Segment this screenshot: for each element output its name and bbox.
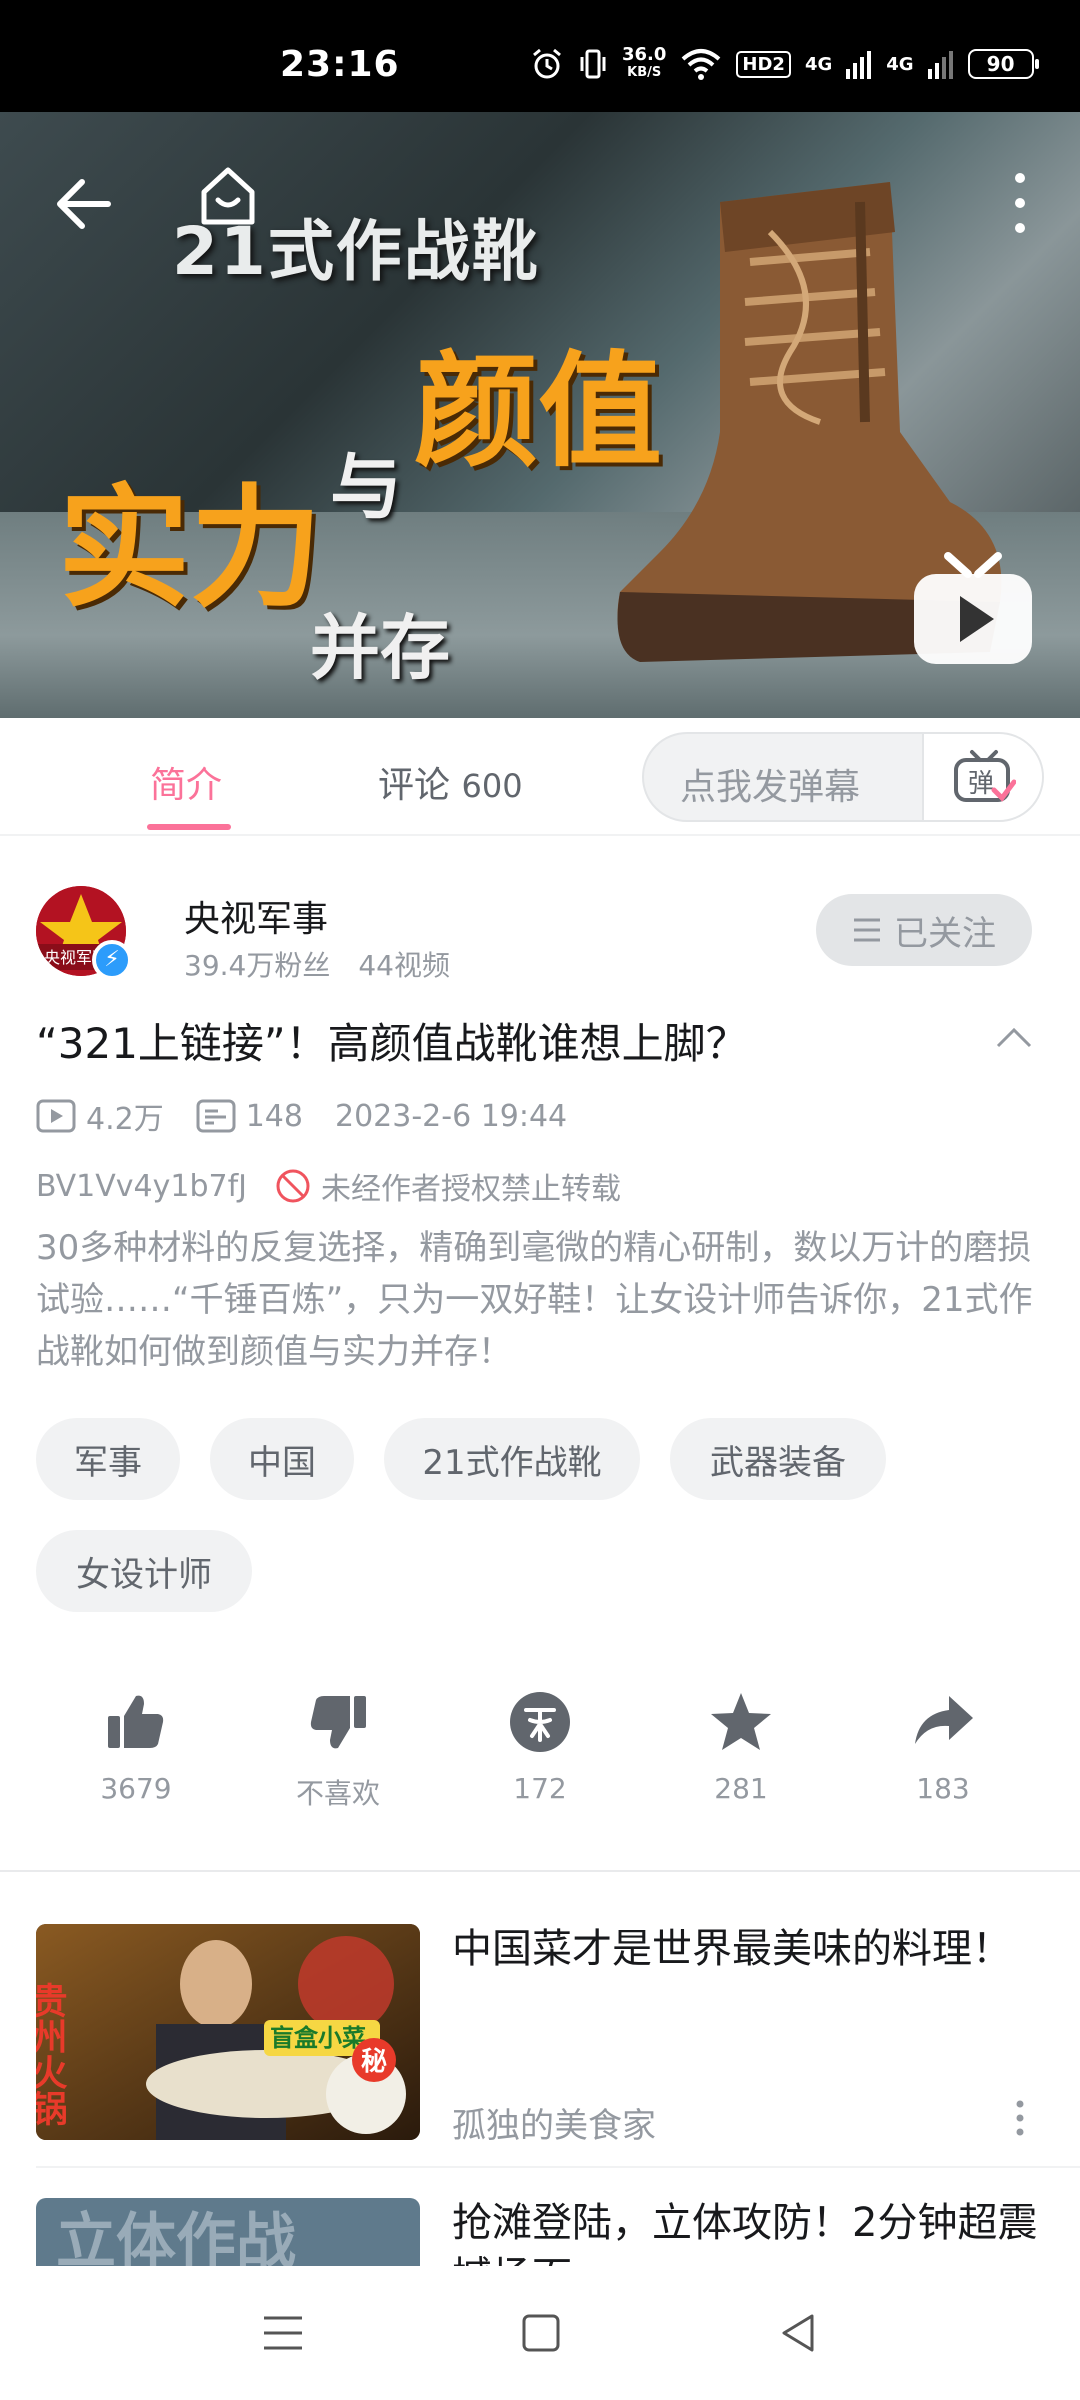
danmaku-button-label: 弹	[968, 769, 994, 799]
video-meta: 4.2万 148 2023-2-6 19:44	[36, 1094, 567, 1138]
tag-chip[interactable]: 女设计师	[36, 1530, 252, 1612]
verified-lightning-icon: ⚡	[92, 940, 132, 980]
follow-label: 已关注	[894, 913, 996, 954]
tab-bar: 简介 评论 600 点我发弹幕 弹	[0, 718, 1080, 836]
coin-icon	[510, 1692, 570, 1752]
rec-divider	[36, 2166, 1080, 2168]
chevron-up-icon[interactable]	[994, 1018, 1034, 1058]
coin-count: 172	[513, 1772, 567, 1805]
rec-title[interactable]: 抢滩登陆，立体攻防！2分钟超震撼场面	[452, 2196, 1042, 2266]
danmaku-placeholder: 点我发弹幕	[680, 767, 861, 808]
back-triangle-icon[interactable]	[774, 2308, 824, 2358]
cover-text-mid: 与	[330, 445, 403, 529]
svg-text:立体作战: 立体作战	[56, 2207, 296, 2266]
danmaku-count-icon	[196, 1099, 236, 1133]
share-button[interactable]: 183	[883, 1690, 1003, 1805]
bvid-row: BV1Vv4y1b7fJ 未经作者授权禁止转载	[36, 1164, 621, 1208]
share-count: 183	[916, 1772, 970, 1805]
rec-thumbnail[interactable]: 贵州火锅 盲盒小菜 秘	[36, 1924, 420, 2140]
signal-icon	[846, 51, 872, 79]
like-button[interactable]: 3679	[76, 1690, 196, 1805]
more-vertical-icon[interactable]	[1000, 168, 1040, 238]
video-description: 30多种材料的反复选择，精确到毫微的精心研制，数以万计的磨损试验……“千锤百炼”…	[36, 1228, 1033, 1372]
uploader-videos: 44视频	[358, 949, 450, 982]
tab-indicator	[147, 824, 231, 830]
star-icon	[711, 1693, 771, 1750]
tag-chip[interactable]: 军事	[36, 1418, 180, 1500]
tab-intro[interactable]: 简介	[150, 756, 222, 808]
no-repost-notice: 未经作者授权禁止转载	[321, 1172, 622, 1207]
status-bar: 23:16 36.0 KB/S HD2 4G 4G 90	[0, 0, 1080, 112]
svg-text:贵州火锅: 贵州火锅	[36, 1982, 68, 2127]
favorite-button[interactable]: 281	[681, 1690, 801, 1805]
favorite-count: 281	[714, 1772, 768, 1805]
rec-title[interactable]: 中国菜才是世界最美味的料理！	[452, 1922, 1042, 1976]
bvid: BV1Vv4y1b7fJ	[36, 1168, 248, 1204]
video-player[interactable]: 21式作战靴 颜值 实力 与 并存	[0, 112, 1080, 718]
more-vertical-icon[interactable]	[1010, 2098, 1030, 2138]
uploader-fans: 39.4万粉丝	[184, 949, 331, 982]
coin-button[interactable]: 172	[480, 1690, 600, 1805]
rec-author[interactable]: 孤独的美食家	[452, 2098, 656, 2147]
rec-thumbnail[interactable]: 立体作战	[36, 2198, 420, 2266]
publish-date: 2023-2-6 19:44	[334, 1098, 568, 1134]
signal-label-2: 4G	[886, 53, 914, 75]
signal-icon	[927, 51, 953, 79]
hd-badge: HD2	[736, 50, 791, 78]
like-count: 3679	[100, 1772, 172, 1805]
danmaku-tv-icon: 弹	[954, 750, 1016, 802]
system-nav-bar	[0, 2266, 1080, 2400]
follow-button[interactable]: 已关注	[816, 894, 1032, 966]
play-count-icon	[36, 1099, 76, 1133]
home-icon[interactable]	[196, 164, 260, 228]
vibrate-icon	[580, 49, 606, 79]
cover-text-big2: 实力	[58, 472, 322, 626]
section-divider	[0, 1870, 1080, 1872]
tab-comments[interactable]: 评论 600	[378, 756, 523, 808]
tag-chip[interactable]: 武器装备	[670, 1418, 886, 1500]
rec-thumbnail-image: 贵州火锅 盲盒小菜 秘	[36, 1924, 420, 2140]
svg-text:秘: 秘	[361, 2046, 387, 2077]
danmaku-toggle-button[interactable]: 弹	[922, 734, 1042, 820]
play-tv-icon[interactable]	[910, 552, 1036, 668]
no-repost-icon	[276, 1169, 310, 1203]
video-title: “321上链接”！高颜值战靴谁想上脚？	[36, 1019, 748, 1068]
danmaku-input[interactable]: 点我发弹幕 弹	[642, 732, 1044, 822]
uploader-name[interactable]: 央视军事	[184, 890, 328, 942]
home-square-icon[interactable]	[516, 2308, 566, 2358]
alarm-icon	[533, 48, 561, 79]
back-arrow-icon[interactable]	[52, 172, 116, 236]
menu-lines-icon	[854, 918, 880, 942]
cover-text-bottom: 并存	[310, 607, 450, 689]
tag-chip[interactable]: 中国	[210, 1418, 354, 1500]
danmaku-count: 148	[245, 1098, 303, 1134]
tab-comments-count: 600	[461, 767, 523, 805]
rec-thumbnail-image: 立体作战	[36, 2198, 420, 2266]
tab-comments-label: 评论	[378, 765, 451, 806]
status-icons: 36.0 KB/S HD2 4G 4G 90	[530, 44, 1039, 82]
wifi-icon	[682, 49, 721, 80]
dislike-label: 不喜欢	[295, 1777, 380, 1810]
signal-label-1: 4G	[804, 53, 833, 75]
battery-icon: 90	[967, 49, 1039, 79]
cover-text-big1: 颜值	[414, 340, 663, 484]
share-icon	[915, 1696, 973, 1744]
play-count: 4.2万	[86, 1102, 164, 1137]
menu-icon[interactable]	[258, 2308, 308, 2358]
dislike-button[interactable]: 不喜欢	[278, 1690, 398, 1812]
rec-title-clip: 抢滩登陆，立体攻防！2分钟超震撼场面	[452, 2196, 1052, 2266]
tag-chip[interactable]: 21式作战靴	[384, 1418, 640, 1500]
net-speed: 36.0 KB/S	[622, 44, 667, 81]
svg-text:盲盒小菜: 盲盒小菜	[270, 2024, 366, 2052]
thumbs-down-icon	[310, 1696, 366, 1749]
status-time: 23:16	[280, 44, 400, 85]
uploader-stats: 39.4万粉丝 44视频	[184, 944, 450, 984]
thumbs-up-icon	[108, 1695, 164, 1748]
